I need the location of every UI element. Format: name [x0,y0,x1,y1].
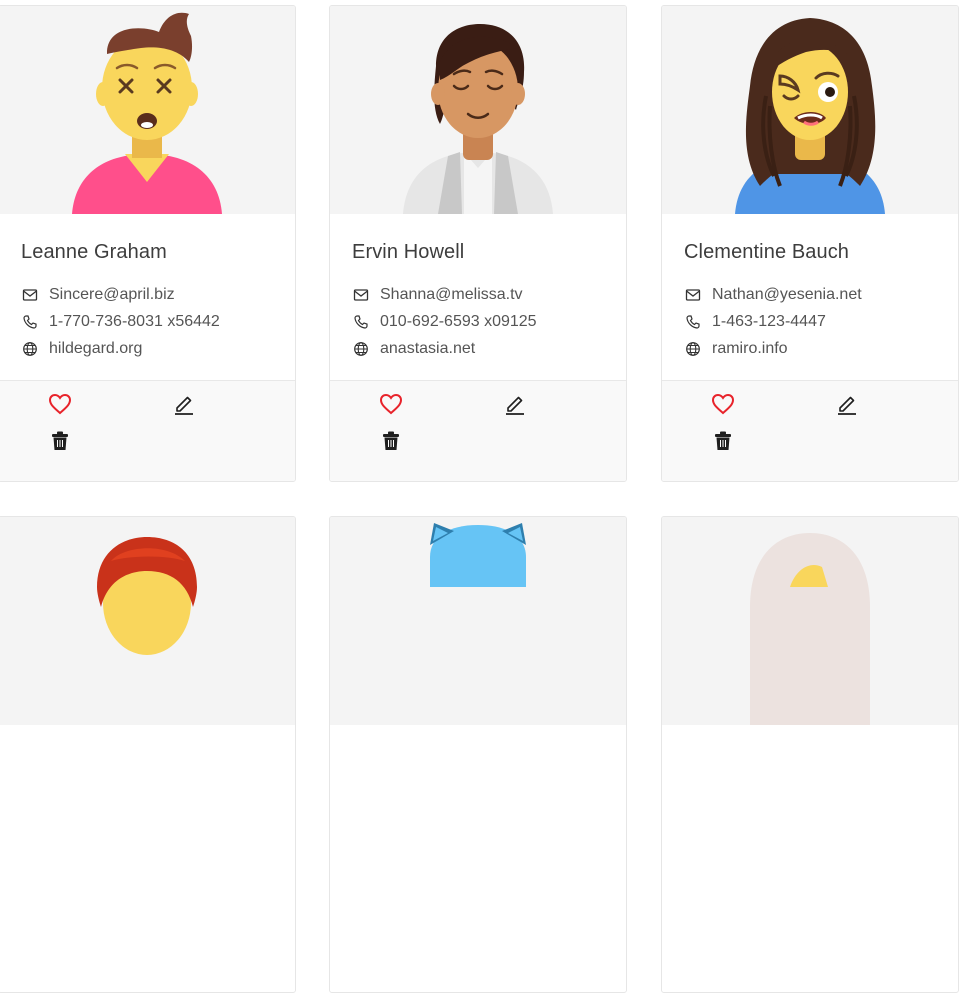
user-name: Leanne Graham [21,241,167,263]
user-website[interactable]: hildegard.org [49,340,142,358]
globe-icon [352,340,370,358]
email-row: Nathan@yesenia.net [684,286,862,304]
avatar-icon [430,523,526,587]
user-card [0,516,296,993]
delete-button[interactable] [47,428,73,454]
avatar [662,517,958,725]
phone-icon [352,313,370,331]
edit-icon [175,396,193,415]
user-website[interactable]: anastasia.net [380,340,475,358]
avatar-icon [403,24,553,214]
edit-button[interactable] [171,391,197,417]
avatar [0,517,295,725]
avatar [330,517,626,725]
user-name: Clementine Bauch [684,241,850,263]
avatar [0,6,295,214]
phone-icon [21,313,39,331]
phone-row: 010-692-6593 x09125 [352,313,537,331]
card-actions [0,380,295,481]
website-row: hildegard.org [21,340,142,358]
heart-icon [48,393,72,415]
user-website[interactable]: ramiro.info [712,340,788,358]
user-card: Leanne Graham Sincere@april.biz 1-770-73… [0,5,296,482]
user-card [329,516,627,993]
user-card: Clementine Bauch Nathan@yesenia.net 1-46… [661,5,959,482]
user-card [661,516,959,993]
heart-icon [711,393,735,415]
user-phone[interactable]: 1-770-736-8031 x56442 [49,313,220,331]
heart-icon [379,393,403,415]
card-actions [330,380,626,481]
avatar [662,6,958,214]
delete-button[interactable] [378,428,404,454]
user-email[interactable]: Sincere@april.biz [49,286,175,304]
avatar-icon [750,533,870,725]
edit-icon [506,396,524,415]
like-button[interactable] [378,391,404,417]
trash-icon [383,431,399,450]
like-button[interactable] [47,391,73,417]
user-card: Ervin Howell Shanna@melissa.tv 010-692-6… [329,5,627,482]
avatar-icon [735,18,885,214]
globe-icon [684,340,702,358]
edit-button[interactable] [834,391,860,417]
website-row: anastasia.net [352,340,475,358]
trash-icon [52,431,68,450]
phone-icon [684,313,702,331]
user-email[interactable]: Nathan@yesenia.net [712,286,862,304]
mail-icon [21,286,39,304]
avatar-icon [97,537,197,655]
phone-row: 1-463-123-4447 [684,313,826,331]
website-row: ramiro.info [684,340,788,358]
user-phone[interactable]: 1-463-123-4447 [712,313,826,331]
avatar [330,6,626,214]
user-name: Ervin Howell [352,241,465,263]
avatar-icon [72,12,222,214]
globe-icon [21,340,39,358]
like-button[interactable] [710,391,736,417]
card-actions [662,380,958,481]
mail-icon [684,286,702,304]
phone-row: 1-770-736-8031 x56442 [21,313,220,331]
delete-button[interactable] [710,428,736,454]
user-phone[interactable]: 010-692-6593 x09125 [380,313,537,331]
edit-button[interactable] [502,391,528,417]
email-row: Sincere@april.biz [21,286,175,304]
trash-icon [715,431,731,450]
email-row: Shanna@melissa.tv [352,286,523,304]
user-email[interactable]: Shanna@melissa.tv [380,286,523,304]
mail-icon [352,286,370,304]
edit-icon [838,396,856,415]
